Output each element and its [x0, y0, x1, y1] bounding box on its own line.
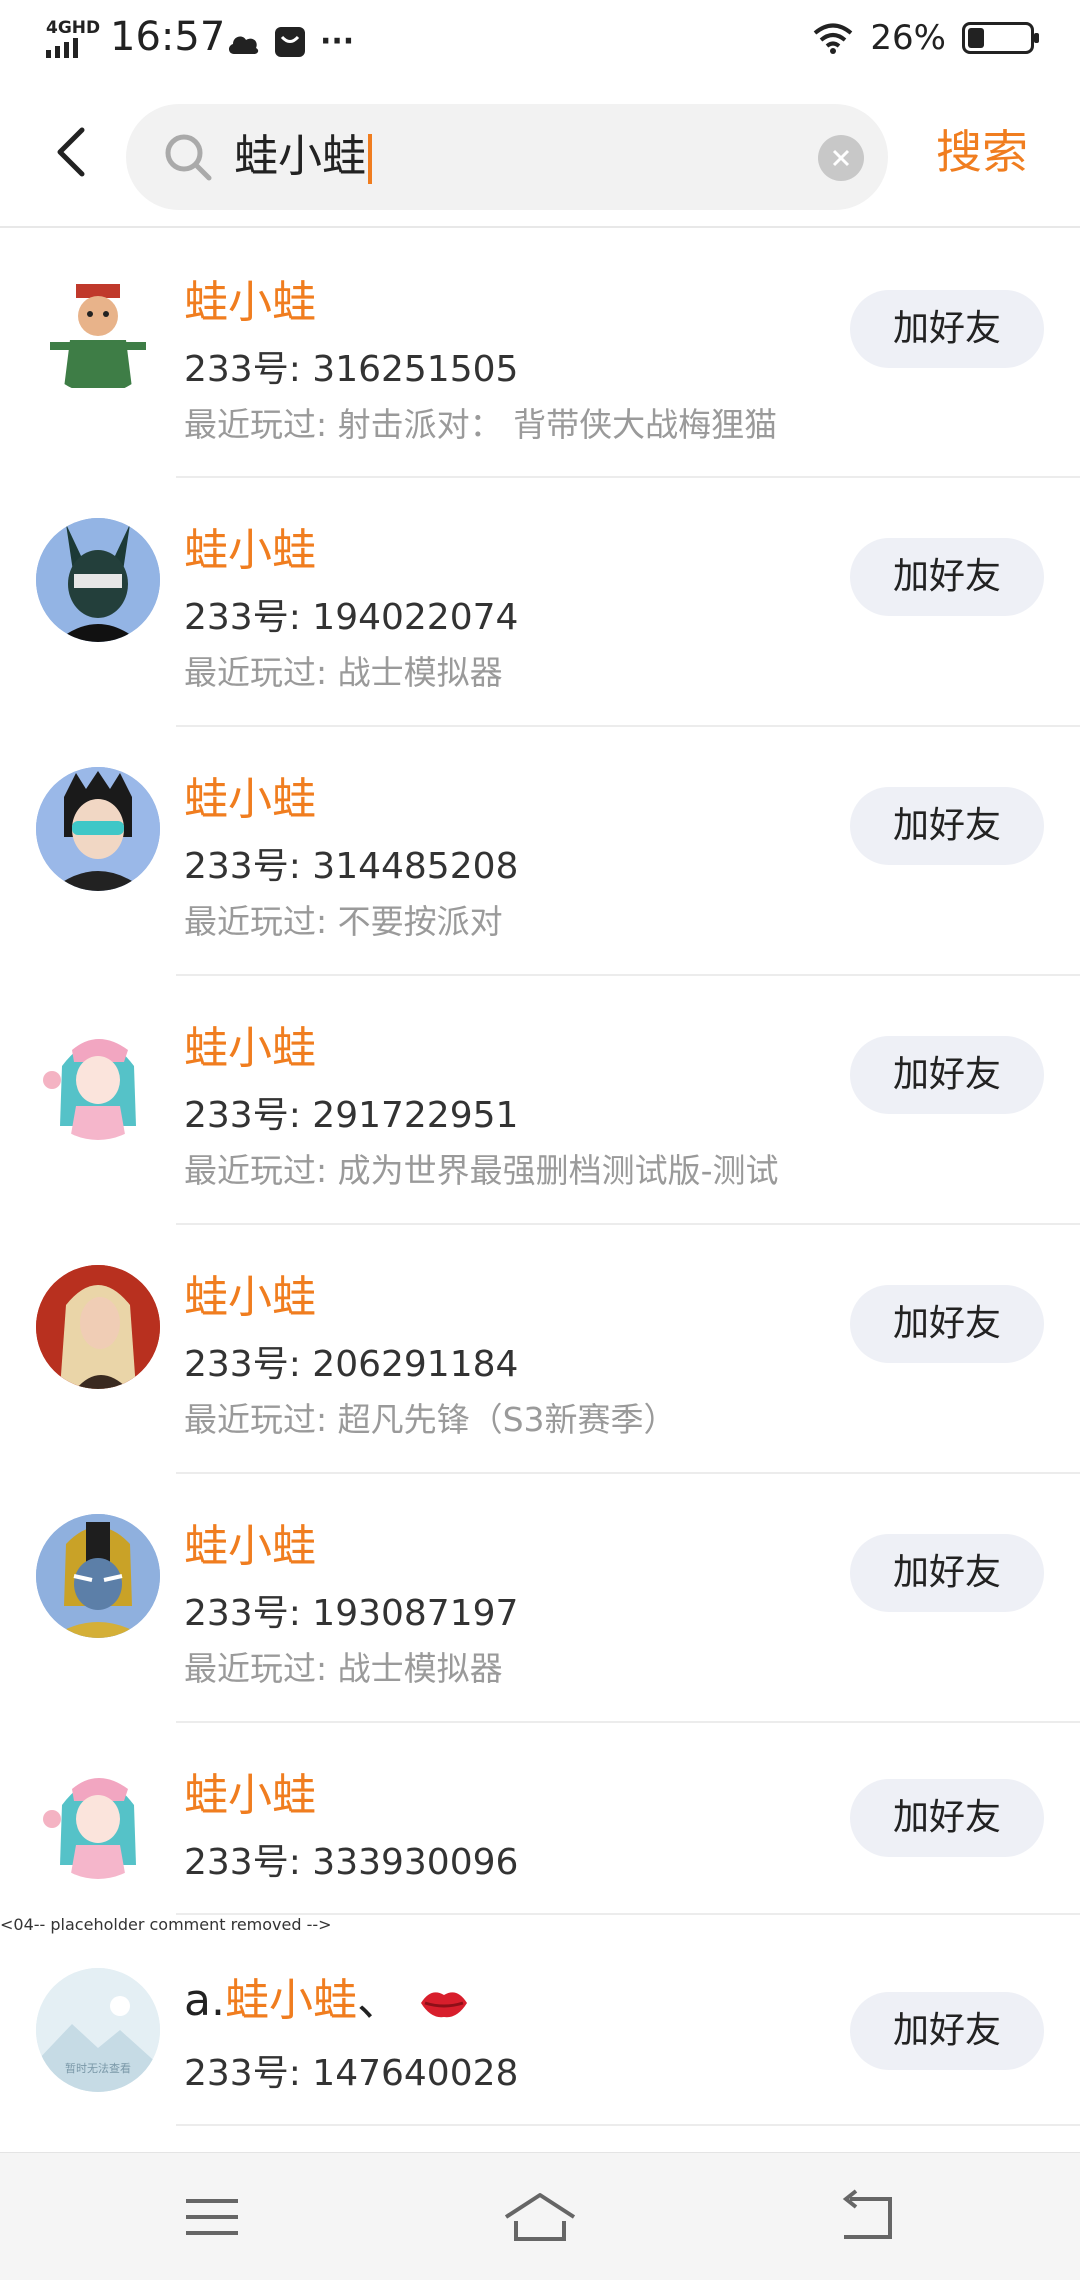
recently-played: 最近玩过: 射击派对： 背带侠大战梅狸猫 — [184, 405, 778, 444]
user-name: 蛙小蛙 — [184, 277, 316, 328]
battery-icon — [962, 22, 1039, 54]
user-name: 蛙小蛙 — [184, 774, 316, 825]
notification-icons: ··· — [226, 24, 354, 59]
return-icon — [842, 2189, 892, 2239]
back-button[interactable] — [44, 122, 104, 182]
avatar — [36, 1755, 160, 1879]
avatar: 暂时无法查看 — [36, 1968, 160, 2092]
user-id: 233号: 314485208 — [184, 846, 519, 887]
battery-percent: 26% — [870, 18, 946, 58]
home-button[interactable] — [500, 2187, 580, 2247]
list-item[interactable]: 蛙小蛙 233号: 316251505 最近玩过: 射击派对： 背带侠大战梅狸猫… — [0, 230, 1080, 478]
user-name: 蛙小蛙 — [184, 1521, 316, 1572]
add-friend-button[interactable]: 加好友 — [850, 787, 1044, 865]
mail-app-icon — [275, 26, 305, 57]
user-name-prefix: a. — [184, 1975, 225, 2026]
menu-icon — [186, 2199, 238, 2235]
user-id: 233号: 193087197 — [184, 1593, 519, 1634]
list-item[interactable]: 蛙小蛙 233号: 333930096 加好友 — [0, 1723, 1080, 1915]
recently-played: 最近玩过: 不要按派对 — [184, 902, 503, 941]
list-item[interactable]: 蛙小蛙 233号: 291722951 最近玩过: 成为世界最强删档测试版-测试… — [0, 976, 1080, 1225]
list-item[interactable]: 蛙小蛙 233号: 193087197 最近玩过: 战士模拟器 加好友 — [0, 1474, 1080, 1723]
home-icon — [504, 2193, 576, 2241]
divider — [176, 1913, 1080, 1915]
user-name: 蛙小蛙 — [184, 1272, 316, 1323]
user-name: a.蛙小蛙、 — [184, 1964, 469, 2028]
avatar — [36, 767, 160, 891]
search-submit-button[interactable]: 搜索 — [936, 116, 1028, 182]
user-id: 233号: 147640028 — [184, 2053, 519, 2094]
menu-button[interactable] — [172, 2187, 252, 2247]
add-friend-button[interactable]: 加好友 — [850, 538, 1044, 616]
system-nav-bar — [0, 2152, 1080, 2280]
list-item[interactable]: 蛙小蛙 233号: 206291184 最近玩过: 超凡先锋（S3新赛季） 加好… — [0, 1225, 1080, 1474]
close-icon — [832, 149, 850, 167]
list-item[interactable]: 暂时无法查看 a.蛙小蛙、 233号: 147640028 加好友 — [0, 1934, 1080, 2126]
recently-played: 最近玩过: 战士模拟器 — [184, 653, 503, 692]
avatar — [36, 1514, 160, 1638]
add-friend-button[interactable]: 加好友 — [850, 1534, 1044, 1612]
signal-icon — [46, 38, 78, 58]
back-nav-button[interactable] — [830, 2187, 910, 2247]
network-type: 4GHD — [46, 18, 101, 38]
add-friend-button[interactable]: 加好友 — [850, 1992, 1044, 2070]
list-item[interactable]: 蛙小蛙 233号: 314485208 最近玩过: 不要按派对 加好友 — [0, 727, 1080, 976]
add-friend-button[interactable]: 加好友 — [850, 290, 1044, 368]
user-id: 233号: 291722951 — [184, 1095, 519, 1136]
user-id: 233号: 206291184 — [184, 1344, 519, 1385]
user-name: 蛙小蛙 — [184, 1023, 316, 1074]
search-box[interactable]: 蛙小蛙 — [126, 104, 888, 210]
status-time: 16:57 — [110, 14, 226, 60]
recently-played: 最近玩过: 超凡先锋（S3新赛季） — [184, 1400, 677, 1439]
status-bar: 4GHD 16:57 ··· 26% — [0, 0, 1080, 86]
user-name: 蛙小蛙 — [184, 525, 316, 576]
cloud-icon — [228, 36, 259, 54]
add-friend-button[interactable]: 加好友 — [850, 1285, 1044, 1363]
add-friend-button[interactable]: 加好友 — [850, 1036, 1044, 1114]
recently-played: 最近玩过: 成为世界最强删档测试版-测试 — [184, 1151, 779, 1190]
user-id: 233号: 194022074 — [184, 597, 519, 638]
list-item[interactable] — [0, 2126, 1080, 2152]
add-friend-button[interactable]: 加好友 — [850, 1779, 1044, 1857]
list-item[interactable]: 蛙小蛙 233号: 194022074 最近玩过: 战士模拟器 加好友 — [0, 478, 1080, 727]
user-id: 233号: 333930096 — [184, 1842, 519, 1883]
avatar — [36, 1016, 160, 1140]
user-name-suffix: 、 — [356, 1975, 401, 2026]
user-id: 233号: 316251505 — [184, 349, 519, 390]
search-icon — [165, 134, 212, 181]
status-right: 26% — [812, 18, 1039, 58]
search-query: 蛙小蛙 — [234, 131, 366, 182]
user-name: 蛙小蛙 — [184, 1770, 316, 1821]
avatar — [36, 270, 160, 394]
clear-search-button[interactable] — [818, 135, 864, 181]
network-indicator: 4GHD — [46, 18, 100, 58]
wifi-icon — [814, 23, 853, 54]
back-arrow-icon — [57, 127, 85, 177]
user-name-match: 蛙小蛙 — [224, 1975, 357, 2026]
text-cursor — [368, 134, 372, 184]
kiss-lips-icon — [420, 1992, 467, 2018]
recently-played: 最近玩过: 战士模拟器 — [184, 1649, 503, 1688]
avatar — [36, 1265, 160, 1389]
search-header: 蛙小蛙 搜索 — [0, 86, 1080, 228]
battery-level — [968, 28, 984, 48]
more-notifications-icon: ··· — [320, 24, 355, 59]
avatar — [36, 518, 160, 642]
search-input[interactable]: 蛙小蛙 — [234, 104, 372, 210]
search-results-list[interactable]: 蛙小蛙 233号: 316251505 最近玩过: 射击派对： 背带侠大战梅狸猫… — [0, 230, 1080, 2152]
avatar-caption: 暂时无法查看 — [65, 2061, 131, 2075]
